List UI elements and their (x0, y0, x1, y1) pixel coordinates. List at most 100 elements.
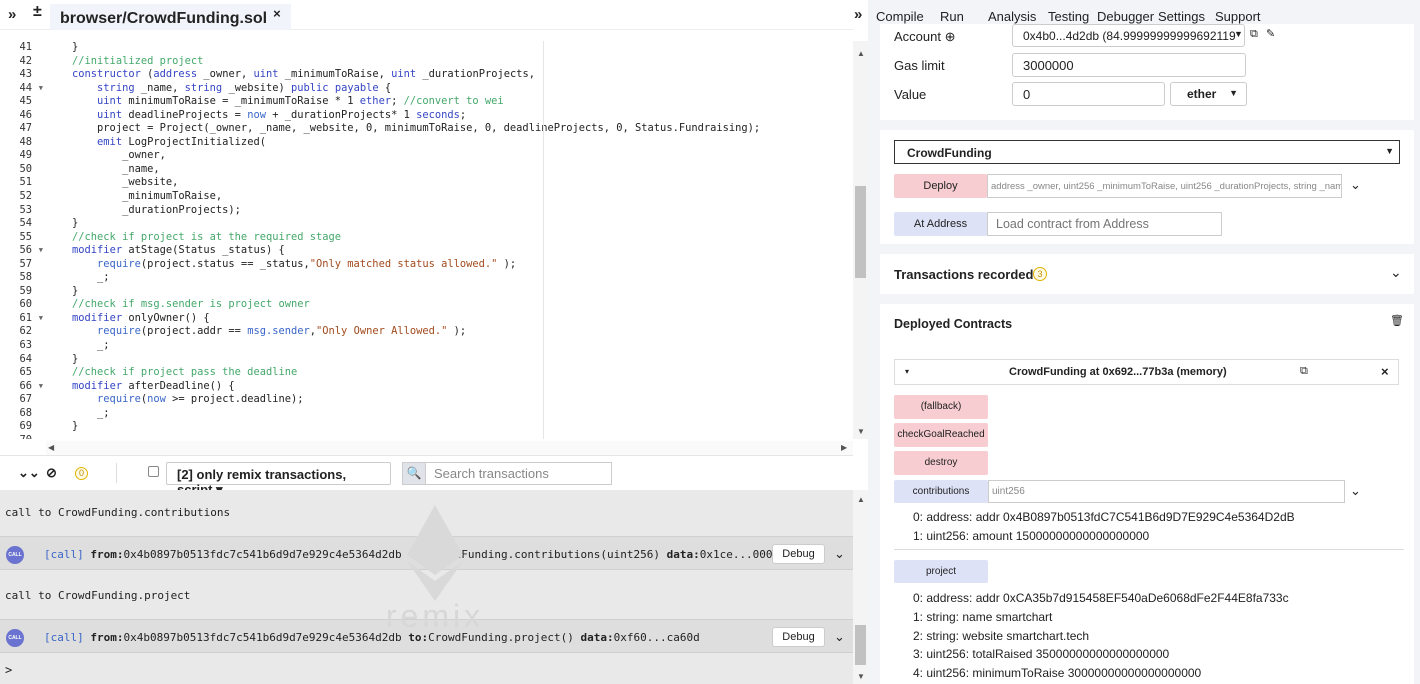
expand-instance-icon[interactable]: ▾ (905, 367, 909, 376)
code-line[interactable]: _owner, (47, 149, 847, 163)
chevron-down-icon[interactable]: ⌄ (1390, 264, 1402, 281)
fallback-button[interactable]: (fallback) (894, 395, 988, 419)
collapse-right-panel-icon[interactable]: » (854, 6, 862, 23)
code-line[interactable]: _; (47, 407, 847, 421)
code-line[interactable]: string _name, string _website) public pa… (47, 82, 847, 96)
unit-select[interactable]: ether ▼ (1170, 82, 1247, 106)
trash-icon[interactable]: 🗑 (1390, 314, 1404, 327)
tab-testing[interactable]: Testing (1048, 9, 1089, 24)
code-editor[interactable]: 41 42 43 44 ▼ 45 46 47 48 49 50 51 52 53 54 55 56 ▼ 57 58 59… (0, 41, 853, 439)
code-line[interactable]: modifier afterDeadline() { (47, 380, 847, 394)
code-line[interactable]: } (47, 420, 847, 434)
scroll-up-icon[interactable]: ▲ (857, 49, 865, 58)
code-line[interactable]: //check if msg.sender is project owner (47, 298, 847, 312)
contributions-input[interactable]: uint256 (988, 480, 1345, 503)
fold-arrow-icon[interactable]: ▼ (39, 244, 43, 258)
code-line[interactable]: require(project.status == _status,"Only … (47, 258, 847, 272)
code-line[interactable]: _durationProjects); (47, 204, 847, 218)
scroll-left-icon[interactable]: ◀ (48, 443, 54, 452)
chevron-down-icon[interactable]: ⌄ (1350, 483, 1361, 499)
tab-analysis[interactable]: Analysis (988, 9, 1036, 24)
search-icon[interactable]: 🔍 (402, 462, 426, 485)
terminal-scrollbar[interactable]: ▲ ▼ (853, 490, 868, 684)
code-line[interactable]: _name, (47, 163, 847, 177)
copy-icon[interactable]: ⧉ (1250, 28, 1258, 41)
gas-limit-input[interactable]: 3000000 (1012, 53, 1246, 77)
output-value: 3: uint256: totalRaised 3500000000000000… (913, 647, 1170, 661)
account-select[interactable]: 0x4b0...4d2db (84.99999999999692119 (1012, 24, 1245, 47)
contract-instance-header[interactable]: ▾ CrowdFunding at 0x692...77b3a (memory)… (894, 359, 1399, 385)
chevron-down-icon[interactable]: ⌄ (1350, 177, 1361, 193)
code-line[interactable]: _; (47, 271, 847, 285)
code-line[interactable]: require(project.addr == msg.sender,"Only… (47, 325, 847, 339)
editor-horizontal-scrollbar[interactable]: ◀ ▶ (46, 441, 853, 455)
contract-select[interactable]: CrowdFunding ▼ (894, 140, 1400, 164)
code-line[interactable]: } (47, 217, 847, 231)
add-file-icon[interactable]: ± (33, 3, 42, 21)
tab-compile[interactable]: Compile (876, 9, 924, 24)
search-transactions-input[interactable] (425, 462, 612, 485)
close-instance-icon[interactable]: × (1381, 364, 1389, 379)
editor-scroll-thumb[interactable] (855, 186, 866, 278)
value-input[interactable]: 0 (1012, 82, 1165, 106)
code-line[interactable]: _minimumToRaise, (47, 190, 847, 204)
transactions-recorded-section[interactable]: Transactions recorded: 3 ⌄ (880, 254, 1414, 294)
chevron-down-icon[interactable]: ⌄ (834, 629, 845, 645)
add-account-icon[interactable]: ⊕ (945, 29, 956, 44)
console-prompt[interactable]: > (5, 663, 12, 677)
fold-arrow-icon[interactable]: ▼ (39, 380, 43, 394)
code-lines[interactable]: } //initialized project constructor (add… (47, 41, 847, 439)
deploy-button[interactable]: Deploy (894, 174, 987, 198)
code-line[interactable]: //initialized project (47, 55, 847, 69)
code-line[interactable]: emit LogProjectInitialized( (47, 136, 847, 150)
fold-arrow-icon[interactable]: ▼ (39, 82, 43, 96)
destroy-button[interactable]: destroy (894, 451, 988, 475)
scroll-down-icon[interactable]: ▼ (857, 672, 865, 681)
fold-arrow-icon[interactable]: ▼ (39, 312, 43, 326)
debug-button[interactable]: Debug (772, 544, 825, 564)
code-line[interactable]: _website, (47, 176, 847, 190)
edit-icon[interactable]: ✎ (1266, 27, 1275, 40)
tab-settings[interactable]: Settings (1158, 9, 1205, 24)
code-line[interactable]: uint minimumToRaise = _minimumToRaise * … (47, 95, 847, 109)
tab-support[interactable]: Support (1215, 9, 1261, 24)
at-address-input[interactable] (987, 212, 1222, 236)
code-line[interactable]: //check if project is at the required st… (47, 231, 847, 245)
code-line[interactable]: modifier onlyOwner() { (47, 312, 847, 326)
copy-address-icon[interactable]: ⧉ (1300, 365, 1308, 378)
code-line[interactable]: //check if project pass the deadline (47, 366, 847, 380)
code-line[interactable]: require(now >= project.deadline); (47, 393, 847, 407)
check-goal-reached-button[interactable]: checkGoalReached (894, 423, 988, 447)
editor-tab-crowdfunding[interactable]: browser/CrowdFunding.sol × (50, 4, 291, 30)
contributions-button[interactable]: contributions (894, 480, 988, 503)
code-line[interactable]: } (47, 285, 847, 299)
log-title: call to CrowdFunding.contributions (5, 506, 231, 519)
scroll-up-icon[interactable]: ▲ (857, 495, 865, 504)
code-line[interactable]: } (47, 353, 847, 367)
line-number: 58 (19, 271, 32, 284)
tx-filter-dropdown[interactable]: [2] only remix transactions, script ▾ (166, 462, 391, 497)
account-dropdown-icon[interactable]: ▼ (1234, 29, 1243, 39)
at-address-button[interactable]: At Address (894, 212, 987, 236)
code-line[interactable]: project = Project(_owner, _name, _websit… (47, 122, 847, 136)
scroll-right-icon[interactable]: ▶ (841, 443, 847, 452)
code-line[interactable]: constructor (address _owner, uint _minim… (47, 68, 847, 82)
code-line[interactable]: } (47, 41, 847, 55)
close-tab-icon[interactable]: × (273, 6, 281, 21)
terminal-scroll-thumb[interactable] (855, 625, 866, 665)
tab-debugger[interactable]: Debugger (1097, 9, 1154, 24)
collapse-terminal-icon[interactable]: ⌄⌄ (18, 465, 40, 481)
code-line[interactable]: _; (47, 339, 847, 353)
chevron-down-icon[interactable]: ⌄ (834, 546, 845, 562)
clear-console-icon[interactable]: ⊘ (46, 465, 57, 481)
debug-button[interactable]: Debug (772, 627, 825, 647)
scroll-down-icon[interactable]: ▼ (857, 427, 865, 436)
deploy-args-input[interactable]: address _owner, uint256 _minimumToRaise,… (987, 174, 1342, 198)
code-line[interactable]: modifier atStage(Status _status) { (47, 244, 847, 258)
project-button[interactable]: project (894, 560, 988, 583)
listen-network-checkbox[interactable] (148, 466, 159, 477)
code-line[interactable]: uint deadlineProjects = now + _durationP… (47, 109, 847, 123)
collapse-file-panel-icon[interactable]: » (8, 6, 16, 23)
editor-scrollbar[interactable]: ▲ ▼ (853, 41, 868, 439)
code-line[interactable] (47, 434, 847, 439)
